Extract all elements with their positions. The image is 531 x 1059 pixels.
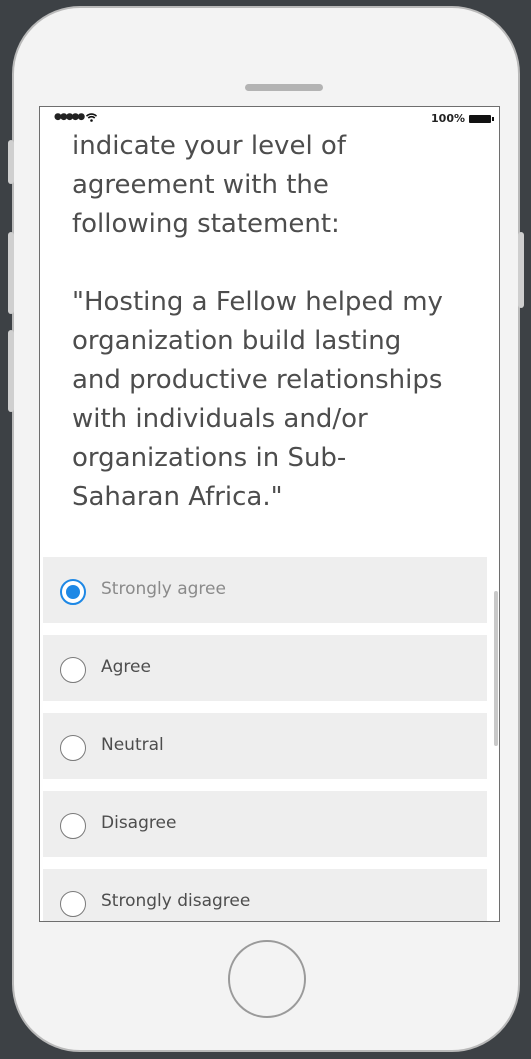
answer-option[interactable]: Strongly disagree [43,869,487,921]
question-intro: indicate your level of agreement with th… [72,131,346,239]
option-label: Disagree [101,813,177,833]
volume-down-button [8,330,14,412]
option-label: Agree [101,657,151,677]
radio-button[interactable] [60,735,86,761]
radio-button[interactable] [60,891,86,917]
status-bar: ●●●●● 100% [40,107,499,129]
status-left: ●●●●● [54,112,98,122]
answer-option[interactable]: Strongly agree [43,557,487,623]
scrollbar[interactable] [494,591,498,746]
status-right: 100% [431,112,494,125]
question-statement: "Hosting a Fellow helped my organization… [72,287,443,512]
power-button [518,232,524,308]
speaker-slot [245,84,323,91]
volume-up-button [8,232,14,314]
page: ●●●●● 100% indicate your level of agreem… [0,0,531,1059]
option-label: Strongly agree [101,579,226,599]
battery-icon [469,114,494,123]
radio-button[interactable] [60,813,86,839]
screen: ●●●●● 100% indicate your level of agreem… [39,106,500,922]
battery-percentage: 100% [431,112,465,125]
option-label: Strongly disagree [101,891,251,911]
radio-button[interactable] [60,657,86,683]
answer-option[interactable]: Neutral [43,713,487,779]
wifi-icon [86,112,98,122]
mute-switch [8,140,14,184]
answer-option[interactable]: Disagree [43,791,487,857]
radio-button[interactable] [60,579,86,605]
home-button[interactable] [228,940,306,1018]
option-label: Neutral [101,735,164,755]
signal-strength-icon: ●●●●● [54,112,85,122]
question-text: indicate your level of agreement with th… [72,127,472,517]
answer-option[interactable]: Agree [43,635,487,701]
answer-options: Strongly agree Agree Neutral Disagree Strong… [43,557,487,921]
